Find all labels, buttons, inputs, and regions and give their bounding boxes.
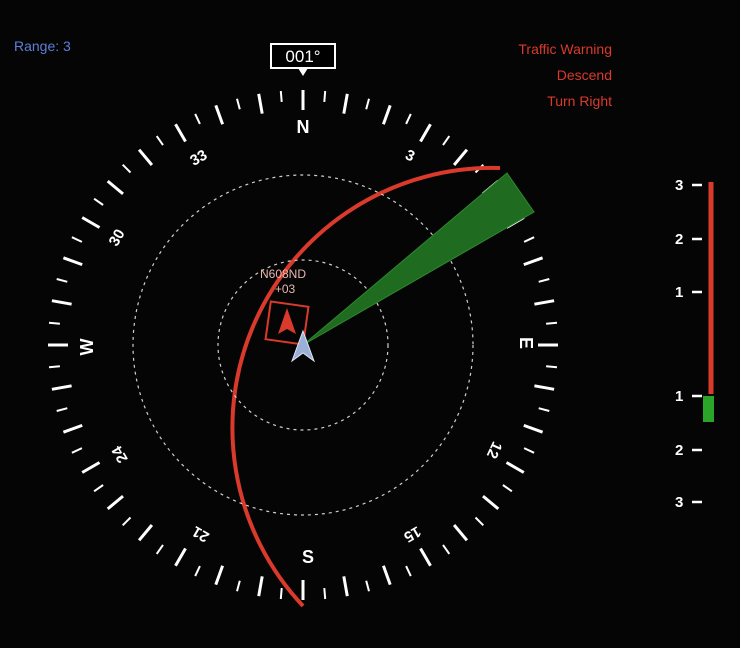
compass-tick bbox=[279, 90, 283, 102]
label-15: 15 bbox=[401, 522, 424, 545]
label-33: 33 bbox=[187, 147, 210, 170]
compass-tick bbox=[505, 461, 525, 474]
label-s: S bbox=[302, 547, 314, 567]
compass-tick bbox=[137, 148, 154, 166]
compass-tick bbox=[546, 321, 558, 325]
ownship-icon bbox=[290, 329, 316, 363]
compass-tick bbox=[257, 93, 264, 114]
compass-tick bbox=[365, 98, 370, 110]
compass-tick bbox=[106, 494, 124, 511]
vs-label-up-1: 1 bbox=[675, 284, 683, 301]
vs-green-band bbox=[703, 396, 714, 422]
compass-tick bbox=[534, 384, 555, 391]
radar-svg: 001° N E S W 3 12 15 21 24 30 33 N608ND … bbox=[48, 43, 714, 608]
compass-tick bbox=[279, 588, 283, 600]
compass-tick bbox=[405, 565, 412, 577]
compass-tick bbox=[174, 123, 187, 143]
vs-label-down-2: 2 bbox=[675, 442, 683, 459]
compass-tick bbox=[81, 461, 101, 474]
compass-tick bbox=[405, 113, 412, 125]
compass-tick bbox=[534, 299, 555, 306]
traffic-callsign: N608ND bbox=[260, 267, 306, 281]
vs-label-down-1: 1 bbox=[675, 388, 683, 405]
label-e: E bbox=[516, 337, 536, 349]
compass-tick bbox=[121, 516, 132, 527]
compass-tick bbox=[257, 576, 264, 597]
compass-tick bbox=[155, 544, 164, 555]
compass-tick bbox=[538, 407, 550, 412]
compass-tick bbox=[323, 90, 327, 102]
compass-tick bbox=[93, 484, 104, 493]
compass-tick bbox=[236, 98, 241, 110]
vs-label-down-3: 3 bbox=[675, 494, 683, 511]
vertical-speed-scale: 3 2 1 1 2 3 bbox=[675, 177, 714, 511]
compass-tick bbox=[502, 484, 513, 493]
vs-label-up-3: 3 bbox=[675, 177, 683, 194]
avoidance-sector bbox=[302, 172, 535, 346]
compass-tick bbox=[56, 278, 68, 283]
traffic-arrow-icon bbox=[278, 308, 296, 334]
compass-tick bbox=[93, 197, 104, 206]
compass-tick bbox=[71, 236, 83, 243]
compass-tick bbox=[546, 365, 558, 369]
compass-tick bbox=[62, 423, 83, 434]
compass-tick bbox=[51, 299, 72, 306]
traffic-target[interactable]: N608ND +03 bbox=[260, 267, 310, 346]
compass-tick bbox=[442, 544, 451, 555]
compass-tick bbox=[121, 163, 132, 174]
label-n: N bbox=[297, 117, 310, 137]
compass-tick bbox=[523, 423, 544, 434]
compass-tick bbox=[523, 236, 535, 243]
compass-tick bbox=[381, 565, 392, 586]
label-12: 12 bbox=[483, 439, 505, 461]
compass-tick bbox=[523, 447, 535, 454]
compass-tick bbox=[48, 365, 60, 369]
compass-tick bbox=[523, 256, 544, 267]
vs-label-up-2: 2 bbox=[675, 231, 683, 248]
compass-tick bbox=[381, 104, 392, 125]
compass-tick bbox=[342, 93, 349, 114]
compass-tick bbox=[194, 565, 201, 577]
compass-tick bbox=[452, 148, 469, 166]
compass-tick bbox=[236, 580, 241, 592]
compass-tick bbox=[71, 447, 83, 454]
compass-tick bbox=[323, 588, 327, 600]
compass-tick bbox=[452, 524, 469, 542]
compass-tick bbox=[56, 407, 68, 412]
compass-tick bbox=[538, 278, 550, 283]
compass-tick bbox=[62, 256, 83, 267]
compass-tick bbox=[214, 104, 225, 125]
compass-tick bbox=[155, 135, 164, 146]
compass-tick bbox=[51, 384, 72, 391]
heading-indicator: 001° bbox=[270, 43, 336, 76]
vs-tick-marks bbox=[692, 183, 702, 504]
compass-tick bbox=[419, 123, 432, 143]
compass-tick bbox=[365, 580, 370, 592]
compass-tick bbox=[342, 576, 349, 597]
compass-tick bbox=[194, 113, 201, 125]
heading-value: 001° bbox=[285, 47, 320, 66]
compass-tick bbox=[106, 179, 124, 196]
compass-tick bbox=[174, 547, 187, 567]
compass-tick bbox=[214, 565, 225, 586]
compass-tick bbox=[48, 321, 60, 325]
label-3: 3 bbox=[403, 146, 418, 165]
traffic-altitude: +03 bbox=[275, 282, 296, 296]
compass-tick bbox=[442, 135, 451, 146]
compass-tick bbox=[482, 494, 500, 511]
compass-tick bbox=[419, 547, 432, 567]
label-w: W bbox=[77, 339, 97, 356]
compass-tick bbox=[474, 516, 485, 527]
label-24: 24 bbox=[108, 442, 131, 466]
compass-tick bbox=[81, 216, 101, 229]
label-21: 21 bbox=[189, 522, 212, 545]
label-30: 30 bbox=[106, 226, 129, 249]
tcas-display: Range: 3 Traffic Warning Descend Turn Ri… bbox=[0, 0, 740, 648]
compass-tick bbox=[137, 524, 154, 542]
